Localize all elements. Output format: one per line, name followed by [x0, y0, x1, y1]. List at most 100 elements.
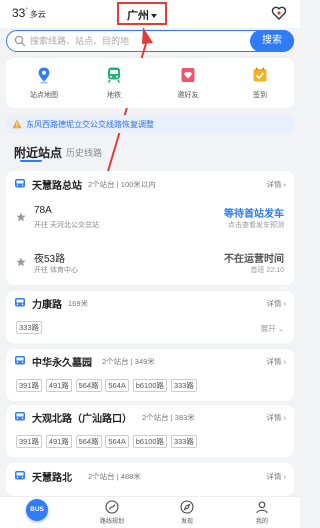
station-name[interactable]: 天慧路北 [32, 469, 72, 484]
route-status: 不在运营时间 [224, 254, 284, 265]
quick-actions: 站点地图 地铁 邀好友 签到 [6, 58, 294, 108]
caret-down-icon [151, 14, 157, 19]
station-detail-link[interactable]: 详情 › [266, 298, 286, 309]
bus-stop-icon [15, 179, 25, 188]
station-detail-link[interactable]: 详情 › [266, 179, 286, 190]
bus-stop-icon [15, 471, 25, 480]
station-meta: 2个站台 | 488米 [88, 472, 141, 481]
quick-action-label: 站点地图 [30, 92, 58, 99]
route-name: 夜53路 [34, 254, 66, 265]
route-plan-icon [105, 500, 119, 514]
bus-stop-icon [15, 412, 25, 421]
quick-action-label: 地铁 [107, 92, 121, 99]
detail-label: 详情 [266, 413, 282, 422]
station-detail-link[interactable]: 详情 › [266, 356, 286, 367]
route-chip[interactable]: 564A [105, 435, 129, 448]
map-pin-icon [38, 67, 50, 84]
notice-bar[interactable]: 东风西路德坭立交公交线路恢复调整 [6, 115, 294, 133]
city-highlight-box: 广州 [117, 2, 167, 25]
route-chip[interactable]: b6100路 [132, 379, 168, 392]
invite-envelope-icon [181, 68, 195, 82]
subway-icon [107, 67, 121, 83]
compass-icon [180, 500, 194, 514]
warning-icon [12, 119, 22, 129]
user-icon [256, 501, 268, 514]
quick-action-subway[interactable]: 地铁 [84, 66, 144, 100]
nav-label: 我的 [255, 519, 268, 525]
search-icon [14, 35, 26, 47]
search-bar: 搜索 [6, 30, 294, 52]
degree-sign: ° [25, 8, 28, 14]
station-name[interactable]: 天慧路总站 [32, 177, 82, 192]
route-name: 78A [34, 205, 52, 216]
route-chip[interactable]: 391路 [16, 379, 43, 392]
detail-label: 详情 [266, 357, 282, 366]
tab-history-routes[interactable]: 历史线路 [66, 146, 102, 159]
quick-action-checkin[interactable]: 签到 [230, 66, 290, 100]
search-button[interactable]: 搜索 [250, 30, 294, 52]
station-name[interactable]: 大观北路（广汕路口） [32, 410, 132, 425]
star-icon[interactable] [16, 212, 26, 222]
route-chip[interactable]: 391路 [16, 435, 43, 448]
route-status-sub: 首班 22:10 [250, 267, 284, 274]
search-input[interactable] [30, 33, 240, 49]
weather-condition: 多云 [29, 10, 46, 19]
detail-label: 详情 [266, 180, 282, 189]
station-card: 大观北路（广汕路口） 2个站台 | 383米 详情 › 391路 491路 56… [6, 405, 294, 457]
route-chip[interactable]: 564A [105, 379, 129, 392]
nav-route-plan[interactable]: 路线规划 [82, 500, 142, 525]
station-meta: 2个站台 | 383米 [142, 413, 195, 422]
city-selector[interactable]: 广州 [119, 7, 165, 23]
bus-stop-icon [15, 356, 25, 365]
route-row[interactable]: 夜53路 开往 体育中心 不在运营时间 首班 22:10 [6, 246, 294, 282]
station-card: 天慧路总站 2个站台 | 100米以内 详情 › 78A 开往 天河北公交总站 … [6, 171, 294, 285]
weather-widget[interactable]: 33° 多云 [12, 6, 46, 20]
expand-button[interactable]: 展开 ⌄ [261, 323, 284, 334]
route-chip[interactable]: 564路 [75, 435, 102, 448]
station-meta: 169米 [68, 299, 89, 308]
route-status: 等待首站发车 [224, 209, 284, 220]
notice-text: 东风西路德坭立交公交线路恢复调整 [26, 120, 154, 129]
route-chip[interactable]: 491路 [45, 379, 72, 392]
quick-action-label: 邀好友 [177, 92, 199, 99]
detail-label: 详情 [266, 472, 282, 481]
route-row[interactable]: 78A 开往 天河北公交总站 等待首站发车 点击查看发车预测 [6, 201, 294, 237]
route-chip[interactable]: 333路 [170, 379, 197, 392]
route-destination: 开往 体育中心 [34, 267, 78, 274]
route-chip[interactable]: 491路 [45, 435, 72, 448]
nav-discover[interactable]: 发现 [157, 500, 217, 525]
city-name: 广州 [127, 10, 149, 22]
nav-label: 发现 [180, 519, 193, 525]
quick-action-invite[interactable]: 邀好友 [158, 66, 218, 100]
station-meta: 2个站台 | 100米以内 [88, 180, 156, 189]
route-chip[interactable]: 564路 [75, 379, 102, 392]
temperature: 33 [12, 6, 26, 20]
route-chips: 391路 491路 564路 564A b6100路 333路 [16, 435, 198, 448]
heart-location-icon[interactable] [271, 5, 287, 21]
route-chip[interactable]: b6100路 [132, 435, 168, 448]
detail-label: 详情 [266, 299, 282, 308]
quick-action-label: 签到 [253, 92, 267, 99]
nav-mine[interactable]: 我的 [232, 500, 292, 525]
route-chips: 333路 [16, 321, 43, 334]
nav-label: 路线规划 [99, 519, 124, 525]
station-detail-link[interactable]: 详情 › [266, 471, 286, 482]
station-name[interactable]: 力康路 [32, 296, 62, 311]
route-chip[interactable]: 333路 [16, 321, 43, 334]
station-card: 天慧路北 2个站台 | 488米 详情 › [6, 463, 294, 496]
tab-active-indicator [20, 159, 42, 162]
top-bar: 33° 多云 广州 [0, 0, 300, 28]
quick-action-station-map[interactable]: 站点地图 [14, 66, 74, 100]
nav-bus-button[interactable]: BUS [26, 499, 48, 521]
star-icon[interactable] [16, 257, 26, 267]
station-card: 中华永久墓园 2个站台 | 349米 详情 › 391路 491路 564路 5… [6, 349, 294, 401]
checkin-calendar-icon [253, 67, 267, 82]
station-detail-link[interactable]: 详情 › [266, 412, 286, 423]
route-chips: 391路 491路 564路 564A b6100路 333路 [16, 379, 198, 392]
station-card: 力康路 169米 详情 › 333路 展开 ⌄ [6, 291, 294, 343]
bus-stop-icon [15, 298, 25, 307]
route-chip[interactable]: 333路 [170, 435, 197, 448]
route-status-sub: 点击查看发车预测 [228, 222, 284, 229]
station-name[interactable]: 中华永久墓园 [32, 354, 92, 369]
station-meta: 2个站台 | 349米 [102, 357, 155, 366]
